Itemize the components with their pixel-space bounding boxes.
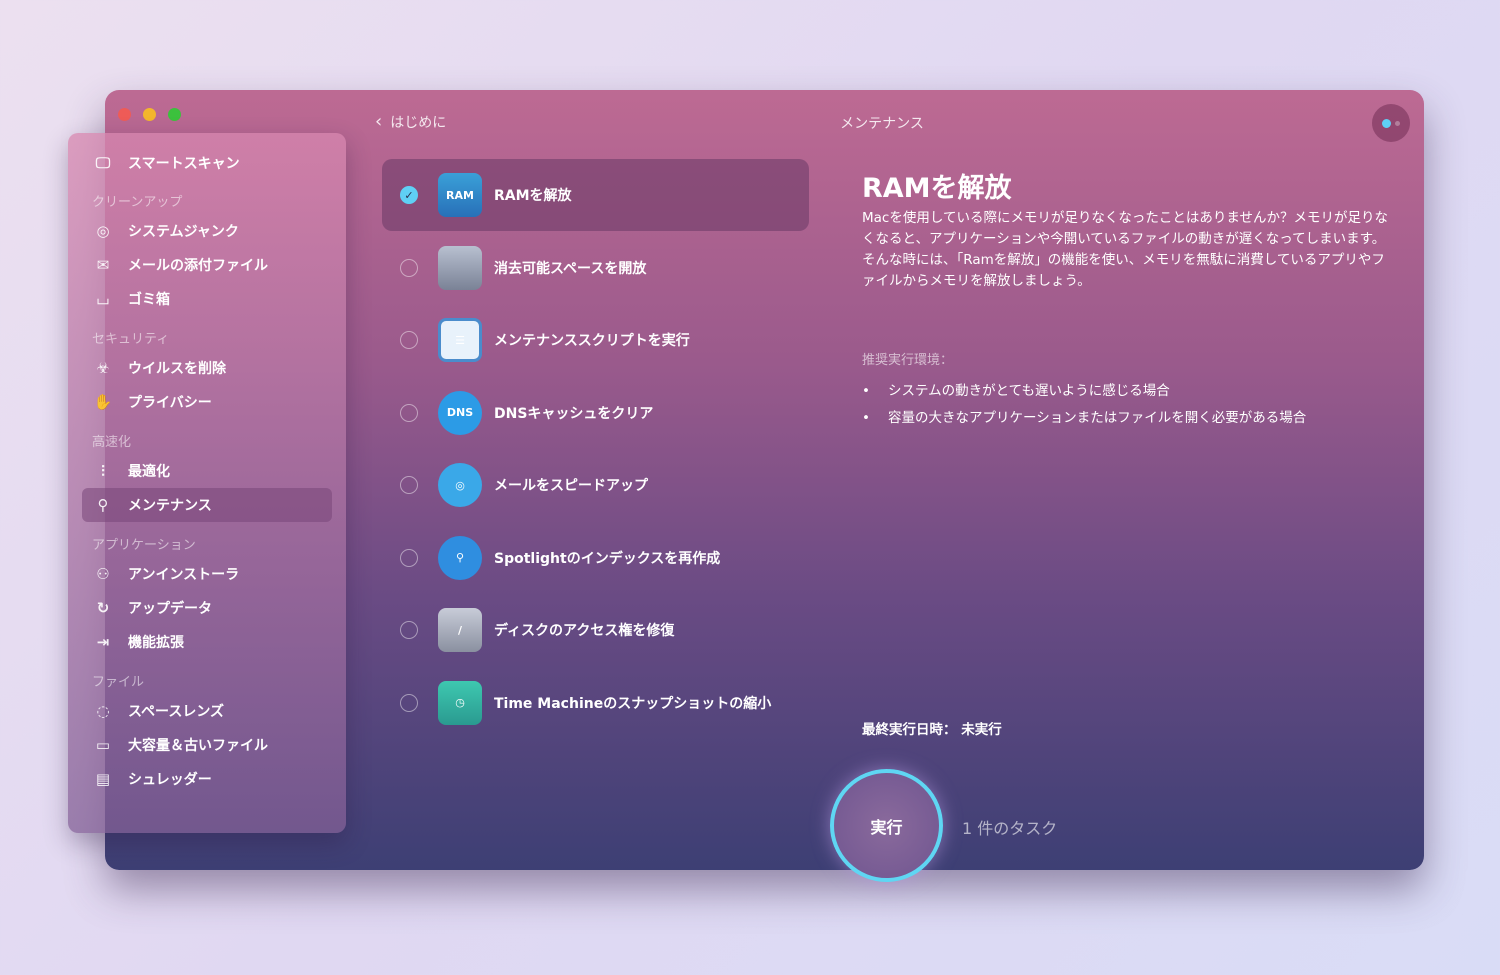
- sidebar-section-label: ファイル: [92, 675, 145, 690]
- sidebar-item-icon: ▤: [95, 770, 111, 788]
- sidebar-item[interactable]: ◎ システムジャンク: [82, 214, 332, 248]
- spotlight-icon: ⚲: [438, 535, 482, 580]
- recommended-item: • 容量の大きなアプリケーションまたはファイルを開く必要がある場合: [862, 410, 1307, 426]
- sidebar-item-icon: ✉: [96, 256, 110, 274]
- disk-permissions-icon: /: [438, 608, 482, 652]
- sidebar-item[interactable]: ↻ アップデータ: [82, 591, 332, 625]
- window-title: メンテナンス: [840, 116, 924, 132]
- last-run: 最終実行日時： 未実行: [862, 722, 1002, 738]
- sidebar-item-icon: ▭: [95, 736, 111, 754]
- sidebar-item-icon: ◎: [96, 222, 110, 240]
- sidebar-item-icon: ⌴: [96, 290, 109, 308]
- sidebar-item-icon: ⚇: [96, 565, 110, 583]
- task-item[interactable]: / ディスクのアクセス権を修復: [382, 594, 809, 666]
- task-item[interactable]: ◷ Time Machineのスナップショットの縮小: [382, 667, 809, 739]
- recommended-item: • システムの動きがとても遅いように感じる場合: [862, 383, 1170, 399]
- sidebar-item[interactable]: ✋ プライバシー: [82, 385, 332, 419]
- dns-icon: DNS: [438, 390, 482, 435]
- sidebar-item[interactable]: ✉ メールの添付ファイル: [82, 248, 332, 282]
- task-count: 1 件のタスク: [962, 819, 1058, 838]
- task-checkbox[interactable]: [400, 693, 418, 712]
- time-machine-icon: ◷: [438, 680, 482, 725]
- sidebar-item-icon: ⫶: [101, 462, 105, 480]
- recommended-label: 推奨実行環境：: [862, 353, 954, 368]
- sidebar-item-icon: ↻: [96, 599, 110, 617]
- task-item[interactable]: DNS DNSキャッシュをクリア: [382, 377, 809, 449]
- task-checkbox[interactable]: ✓: [400, 186, 418, 204]
- task-checkbox[interactable]: [400, 331, 418, 349]
- ram-icon: RAM: [438, 173, 482, 217]
- sidebar-item[interactable]: ☣ ウイルスを削除: [82, 351, 332, 385]
- sidebar-item[interactable]: ◌ スペースレンズ: [82, 694, 332, 728]
- sidebar-item[interactable]: ⫶ 最適化: [82, 454, 332, 488]
- task-item[interactable]: ⚲ Spotlightのインデックスを再作成: [382, 522, 809, 594]
- mail-speed-icon: ◎: [438, 463, 482, 507]
- disk-icon: [438, 245, 482, 290]
- task-checkbox[interactable]: [400, 476, 418, 494]
- sidebar-item-icon: ⇥: [96, 633, 110, 651]
- sidebar-item-icon: ✋: [93, 393, 113, 411]
- task-item[interactable]: 消去可能スペースを開放: [382, 232, 809, 304]
- sidebar-item-icon: ☣: [96, 359, 110, 377]
- monitor-icon: 🖵: [95, 154, 111, 172]
- sidebar-item[interactable]: ⇥ 機能拡張: [82, 625, 332, 659]
- task-checkbox[interactable]: [400, 403, 418, 422]
- run-button[interactable]: 実行: [830, 769, 943, 882]
- assistant-button[interactable]: [1372, 104, 1410, 142]
- sidebar-item[interactable]: ⚇ アンインストーラ: [82, 557, 332, 591]
- task-checkbox[interactable]: [400, 258, 418, 277]
- task-checkbox[interactable]: [400, 621, 418, 639]
- sidebar-item-smart-scan[interactable]: 🖵 スマートスキャン: [82, 146, 332, 180]
- sidebar-item[interactable]: ▤ シュレッダー: [82, 762, 332, 796]
- task-item[interactable]: ☰ メンテナンススクリプトを実行: [382, 304, 809, 376]
- sidebar-item-icon: ⚲: [97, 496, 109, 514]
- sidebar-section-label: クリーンアップ: [92, 195, 183, 210]
- detail-description: Macを使用している際にメモリが足りなくなったことはありませんか？メモリが足りな…: [862, 210, 1389, 289]
- sidebar-item[interactable]: ⌴ ゴミ箱: [82, 282, 332, 316]
- sidebar-section-label: アプリケーション: [92, 538, 196, 553]
- sidebar-item[interactable]: ⚲ メンテナンス: [82, 488, 332, 522]
- sidebar-section-label: 高速化: [92, 435, 132, 450]
- task-item[interactable]: ✓ RAM RAMを解放: [382, 159, 809, 231]
- sidebar-item[interactable]: ▭ 大容量＆古いファイル: [82, 728, 332, 762]
- task-checkbox[interactable]: [400, 548, 418, 567]
- script-icon: ☰: [438, 318, 482, 362]
- sidebar-section-label: セキュリティ: [92, 332, 170, 347]
- detail-title: RAMを解放: [862, 173, 1012, 204]
- task-item[interactable]: ◎ メールをスピードアップ: [382, 449, 809, 521]
- sidebar-item-icon: ◌: [96, 702, 110, 720]
